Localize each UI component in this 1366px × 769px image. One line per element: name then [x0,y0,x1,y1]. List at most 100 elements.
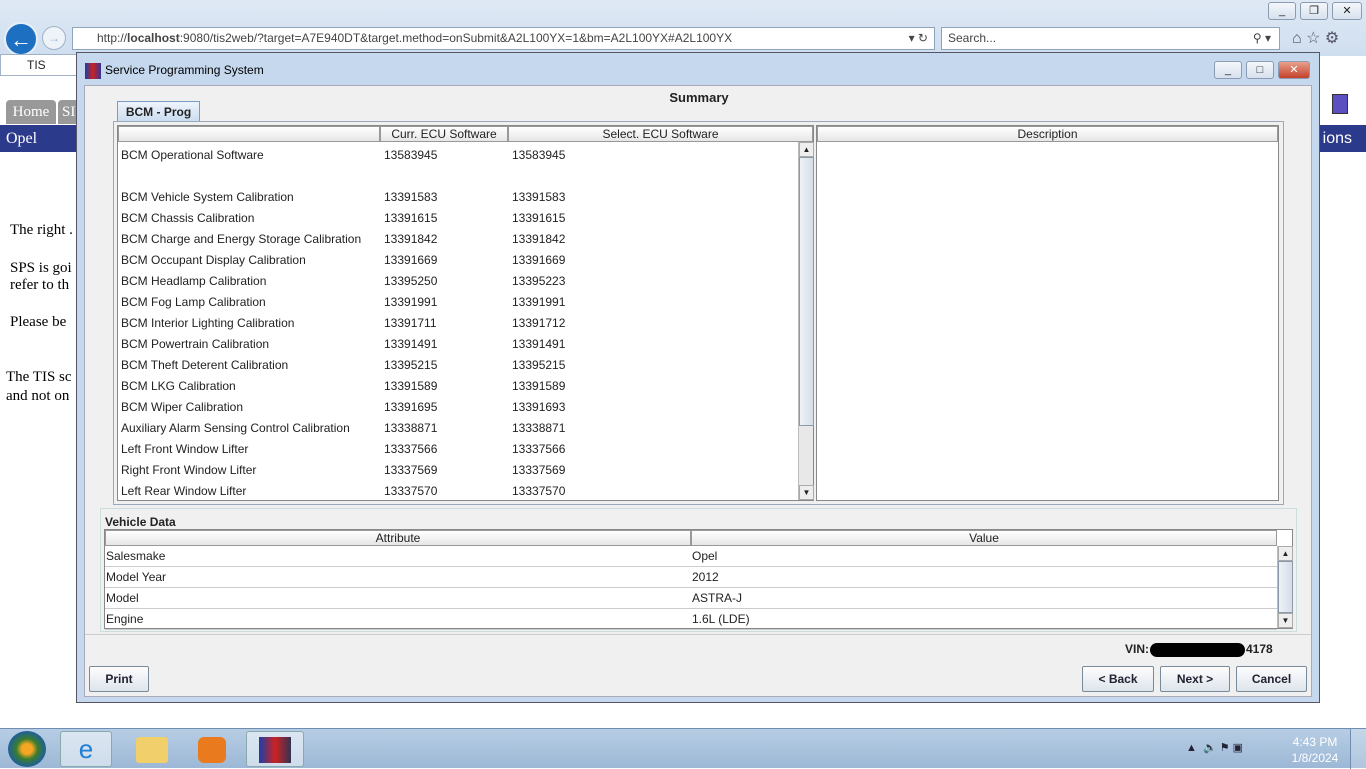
scroll-up-icon[interactable]: ▲ [1278,546,1293,561]
vehicle-data-table: Attribute Value Salesmake Opel Model Year 2… [104,529,1293,630]
module-name: BCM Wiper Calibration [121,400,244,414]
description-panel: Description [816,125,1279,501]
summary-heading: Summary [669,90,729,105]
attribute-cell: Engine [106,612,144,626]
sps-taskbar-icon[interactable] [246,731,304,767]
tab-label: SI [62,104,76,120]
module-name: Left Front Window Lifter [121,442,249,456]
home-icon[interactable]: ⌂ ☆ ⚙ [1292,28,1339,48]
select-software: 13391693 [512,400,566,414]
search-input[interactable]: Search... ⚲ ▾ [941,27,1280,50]
show-desktop-button[interactable] [1350,729,1366,769]
media-player-taskbar-icon[interactable] [198,737,226,763]
vehicle-data-label: Vehicle Data [105,515,176,529]
ie-taskbar-icon[interactable]: e [60,731,112,767]
close-button[interactable]: ✕ [1332,2,1362,20]
tray-icons[interactable]: ▲ 🔈 ⚑ ▣ [1186,741,1243,754]
curr-software: 13391491 [384,337,438,351]
col-header-attribute[interactable]: Attribute [105,530,691,546]
select-software: 13395223 [512,274,566,288]
scroll-up-icon[interactable]: ▲ [799,142,814,157]
dialog-title: Service Programming System [105,63,264,77]
select-software: 13395215 [512,358,566,372]
select-software: 13391712 [512,316,566,330]
module-name: Left Rear Window Lifter [121,484,247,498]
value-cell: 2012 [692,570,719,584]
sps-app-icon [85,63,101,79]
vertical-scrollbar[interactable]: ▲ ▼ [798,142,814,500]
table-row[interactable]: Salesmake Opel [105,546,1277,567]
vehicle-data-panel: Vehicle Data Attribute Value Salesmake Op… [100,508,1297,632]
module-name: BCM Powertrain Calibration [121,337,270,351]
url-rest: :9080/tis2web/?target=A7E940DT&target.me… [179,31,733,45]
sps-dialog: Service Programming System _ □ ✕ Summary… [76,52,1320,703]
start-button[interactable] [8,731,46,767]
brand: Opel [6,130,38,147]
curr-software: 13391991 [384,295,438,309]
value-cell: ASTRA-J [692,591,743,605]
page-text: The right . [10,222,73,238]
select-software: 13391991 [512,295,566,309]
address-bar[interactable]: http://localhost:9080/tis2web/?target=A7… [72,27,935,50]
options-label[interactable]: ions [1323,125,1352,152]
minimize-button[interactable]: _ [1268,2,1296,20]
select-software: 13391842 [512,232,566,246]
explorer-taskbar-icon[interactable] [136,737,168,763]
curr-software: 13583945 [384,148,438,162]
scroll-down-icon[interactable]: ▼ [1278,613,1293,628]
col-header-curr[interactable]: Curr. ECU Software [380,126,508,142]
clock[interactable]: 4:43 PM 1/8/2024 [1290,734,1340,766]
dialog-minimize-button[interactable]: _ [1214,61,1242,79]
table-row[interactable]: Engine 1.6L (LDE) [105,609,1277,630]
attribute-cell: Salesmake [106,549,166,563]
browser-tab[interactable]: TIS [0,54,80,76]
dialog-body: Summary BCM - Prog Curr. ECU Software Se… [84,85,1312,697]
page-text: Please be [10,314,67,330]
back-button[interactable]: < Back [1082,666,1154,692]
col-header-select[interactable]: Select. ECU Software [508,126,813,142]
module-name: BCM Vehicle System Calibration [121,190,294,204]
select-software: 13391491 [512,337,566,351]
tab-label: Home [12,104,50,120]
curr-software: 13337566 [384,442,438,456]
forward-arrow-icon[interactable]: → [42,26,66,50]
table-row[interactable]: Model Year 2012 [105,567,1277,588]
module-name: Auxiliary Alarm Sensing Control Calibrat… [121,421,350,435]
restore-button[interactable]: ❐ [1300,2,1328,20]
col-header-value[interactable]: Value [691,530,1277,546]
vin-suffix: 4178 [1246,642,1273,656]
cancel-button[interactable]: Cancel [1236,666,1307,692]
vehicle-scrollbar[interactable]: ▲ ▼ [1277,546,1293,628]
door-icon[interactable] [1332,94,1348,114]
search-icon[interactable]: ⚲ ▾ [1253,28,1271,49]
software-table: Curr. ECU Software Select. ECU Software … [117,125,814,501]
dialog-maximize-button[interactable]: □ [1246,61,1274,79]
vin-label: VIN: [1125,642,1149,656]
url-prefix: http:// [97,31,128,45]
dialog-close-button[interactable]: ✕ [1278,61,1310,79]
table-row[interactable]: Model ASTRA-J [105,588,1277,609]
module-name: BCM Interior Lighting Calibration [121,316,295,330]
curr-software: 13338871 [384,421,438,435]
tab-home[interactable]: Home [6,100,56,124]
curr-software: 13391669 [384,253,438,267]
scroll-thumb[interactable] [1278,561,1293,613]
scroll-down-icon[interactable]: ▼ [799,485,814,500]
taskbar: e ▲ 🔈 ⚑ ▣ 4:43 PM 1/8/2024 [0,728,1366,769]
back-arrow-icon[interactable]: ← [4,22,38,56]
description-header: Description [817,126,1278,142]
next-button[interactable]: Next > [1160,666,1230,692]
page-text: and not on [6,388,70,404]
select-software: 13338871 [512,421,566,435]
browser-chrome: _ ❐ ✕ ← → http://localhost:9080/tis2web/… [0,0,1366,56]
select-software: 13391615 [512,211,566,225]
print-button[interactable]: Print [89,666,149,692]
scroll-thumb[interactable] [799,157,814,426]
vin-redaction [1150,642,1245,657]
refresh-icon[interactable]: ▾ ↻ [909,28,928,49]
url-host: localhost [127,31,180,45]
tab-title: TIS [27,58,46,72]
curr-software: 13391615 [384,211,438,225]
tab-bcm-prog[interactable]: BCM - Prog [117,101,200,122]
clock-time: 4:43 PM [1292,735,1338,749]
